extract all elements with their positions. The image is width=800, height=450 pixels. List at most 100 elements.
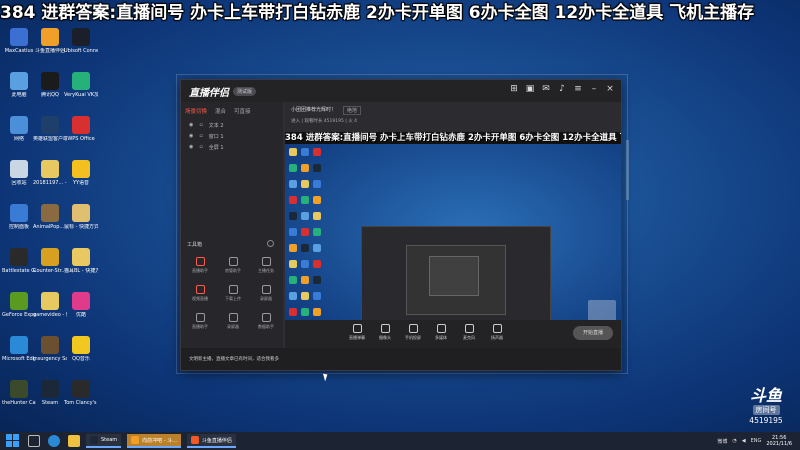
close-icon[interactable]: × <box>605 84 615 94</box>
desktop-icon[interactable]: 20181197... - 快捷方式 <box>33 160 67 200</box>
scene-item[interactable]: ◉ ▫ 窗口 1 <box>181 131 283 142</box>
clock[interactable]: 21:56 2021/11/6 <box>766 435 792 447</box>
desktop-icon-label: Insurgency Sandstorm <box>33 356 67 362</box>
desktop-icon[interactable]: 控制面板 <box>3 204 35 244</box>
scene-item[interactable]: ◉ ▫ 文本 2 <box>181 120 283 131</box>
desktop-icon[interactable]: theHunter Call of t... <box>2 380 36 420</box>
desktop-icon[interactable]: Steam <box>34 380 66 420</box>
desktop-icon-label: QQ音乐 <box>72 356 90 362</box>
network-icon[interactable]: ◔ <box>732 438 736 444</box>
toolbox-item[interactable]: 主播任务 <box>251 257 281 274</box>
user-icon <box>228 257 238 266</box>
preview-desktop-icon <box>301 180 309 188</box>
toolbox-item[interactable]: 直播助手 <box>185 313 215 330</box>
desktop-icon[interactable]: 网络 <box>3 116 35 156</box>
gift-icon[interactable]: ⊞ <box>509 84 519 94</box>
scene-tabs: 场景切换 混合 可直接 <box>181 102 283 120</box>
scene-tab[interactable]: 混合 <box>215 107 226 115</box>
toolbox-item[interactable]: 下载上传 <box>218 285 248 302</box>
eye-icon[interactable]: ◉ <box>189 133 193 140</box>
preview-desktop-icon <box>301 292 309 300</box>
desktop-icon[interactable]: gamevideo - 快捷方式 <box>33 292 67 332</box>
room-title[interactable]: 小团团推荐光辉时！ <box>291 106 336 113</box>
task-view-icon[interactable] <box>28 435 40 447</box>
control-button[interactable]: 手机投屏 <box>399 324 427 341</box>
control-button[interactable]: 多媒体 <box>427 324 455 341</box>
eye-icon[interactable]: ◉ <box>189 144 193 151</box>
desktop-icon-label: Counter-Str... Global Off... <box>33 268 67 274</box>
desktop-icon[interactable]: 鼠标 - 快捷方式 <box>64 204 98 244</box>
desktop-icon[interactable]: QQ音乐 <box>65 336 97 376</box>
go-live-button[interactable]: 开始直播 <box>573 326 613 340</box>
control-button[interactable]: 摄像头 <box>371 324 399 341</box>
control-bar: 直播弹幕 摄像头 手机投屏 多媒体 麦克风 扬声器 开始直播 <box>285 320 621 348</box>
notification-icon[interactable]: ♪ <box>557 84 567 94</box>
desktop-icon[interactable]: GeForce Experience <box>2 292 36 332</box>
desktop-icon[interactable]: 英雄联盟客户端 <box>33 116 67 156</box>
desktop-icon[interactable]: 此电脑 <box>3 72 35 112</box>
tray-label[interactable]: ENG <box>751 438 762 444</box>
app-icon <box>72 204 90 222</box>
desktop-icon[interactable]: 斗鱼直播伴侣 <box>34 28 66 68</box>
skin-icon[interactable]: ▣ <box>525 84 535 94</box>
preview-desktop-icon <box>289 212 297 220</box>
control-label: 扬声器 <box>491 335 503 340</box>
toolbox-item[interactable]: 视频直播 <box>185 285 215 302</box>
stream-preview[interactable]: 384 进群答案:直播间号 办卡上车带打白钻赤鹿 2办卡开单图 6办卡全图 12… <box>285 132 621 338</box>
desktop-icon[interactable]: AnimalPop... - 快捷方式 <box>33 204 67 244</box>
preview-desktop-icon <box>301 260 309 268</box>
lock-icon[interactable]: ▫ <box>199 133 202 140</box>
toolbox-item[interactable]: 房管助手 <box>218 257 248 274</box>
desktop-icon[interactable]: Microsoft Edge <box>2 336 36 376</box>
settings-icon[interactable]: ≡ <box>573 84 583 94</box>
room-category[interactable]: 绝地 <box>343 106 362 115</box>
app-icon <box>72 160 90 178</box>
scrollbar[interactable] <box>626 140 629 200</box>
toolbox-item[interactable]: 录屏器 <box>251 285 281 302</box>
start-button[interactable] <box>6 434 20 448</box>
lock-icon[interactable]: ▫ <box>199 144 202 151</box>
volume-icon[interactable]: ◀ <box>742 438 746 444</box>
control-button[interactable]: 扬声器 <box>483 324 511 341</box>
taskbar-item[interactable]: Steam <box>86 434 122 448</box>
desktop-icon[interactable]: Counter-Str... Global Off... <box>33 248 67 288</box>
toolbox-item[interactable]: 录屏器 <box>218 313 248 330</box>
desktop-icon[interactable]: Battlestate Games L... <box>2 248 36 288</box>
control-button[interactable]: 麦克风 <box>455 324 483 341</box>
desktop-icon[interactable]: WPS Office <box>65 116 97 156</box>
douyu-watermark: 斗鱼 房间号 4519195 <box>738 388 794 432</box>
edge-icon[interactable] <box>48 435 60 447</box>
desktop-icon[interactable]: 猫耳BL - 快捷方式 <box>64 248 98 288</box>
control-button[interactable]: 直播弹幕 <box>343 324 371 341</box>
taskbar-item[interactable]: 向前冲吧 - 斗... <box>127 434 181 448</box>
desktop-icon[interactable]: MaxCastius <box>3 28 35 68</box>
desktop-icon[interactable]: VeryKuai VK加速器 <box>64 72 98 112</box>
minimize-icon[interactable]: – <box>589 84 599 94</box>
scene-tab[interactable]: 场景切换 <box>185 107 207 115</box>
scene-tab[interactable]: 可直接 <box>234 107 251 115</box>
app-icon <box>72 292 90 310</box>
preview-desktop-icon <box>301 228 309 236</box>
toolbox-item[interactable]: 直播助手 <box>185 257 215 274</box>
desktop-icon[interactable]: 腾讯QQ <box>34 72 66 112</box>
desktop-icon[interactable]: Tom Clancy's R... <box>64 380 98 420</box>
toolbox-item[interactable]: 数据助手 <box>251 313 281 330</box>
app-icon <box>41 292 59 310</box>
tray-label[interactable]: 微博 <box>717 438 727 445</box>
app-icon <box>72 248 90 266</box>
preview-desktop-icon <box>301 308 309 316</box>
taskbar-item[interactable]: 斗鱼直播伴侣 <box>186 434 236 448</box>
message-icon[interactable]: ✉ <box>541 84 551 94</box>
file-explorer-icon[interactable] <box>68 435 80 447</box>
desktop-icon[interactable]: Insurgency Sandstorm <box>33 336 67 376</box>
desktop-icon[interactable]: Ubisoft Connect <box>64 28 98 68</box>
desktop-icon[interactable]: 回收站 <box>3 160 35 200</box>
lock-icon[interactable]: ▫ <box>199 122 202 129</box>
desktop-icon[interactable]: 优酷 <box>65 292 97 332</box>
scene-item[interactable]: ◉ ▫ 全屏 1 <box>181 142 283 153</box>
taskbar-item-label: 斗鱼直播伴侣 <box>201 437 232 444</box>
toolbox-toggle-icon[interactable] <box>267 240 274 247</box>
eye-icon[interactable]: ◉ <box>189 122 193 129</box>
desktop-icon[interactable]: YY语音 <box>65 160 97 200</box>
scene-panel: 场景切换 混合 可直接 ◉ ▫ 文本 2 ◉ ▫ 窗口 1 ◉ ▫ 全屏 1 工具箱 直播助手 房管助… <box>181 102 283 370</box>
